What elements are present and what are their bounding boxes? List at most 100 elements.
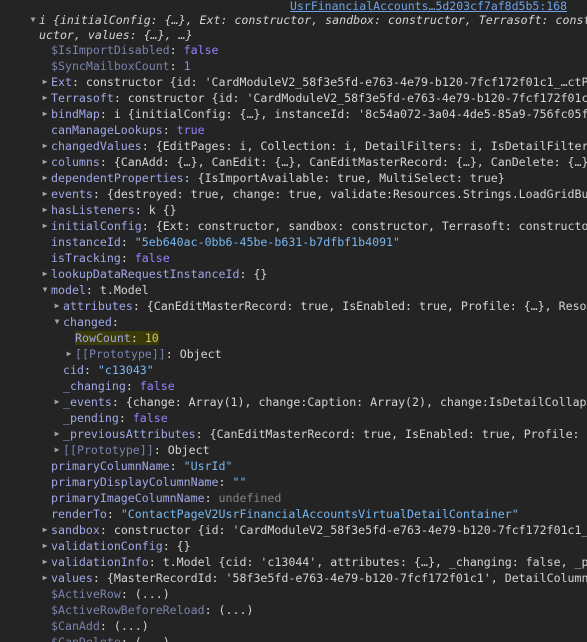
property-text: cid: "c13043" [63,363,154,377]
property-value: {Ext: constructor, sandbox: constructor,… [155,219,587,233]
property-key: values [51,571,93,585]
expand-arrow-icon[interactable]: ▶ [64,346,74,362]
expand-arrow-icon[interactable]: ▶ [40,74,50,90]
collapse-arrow-icon[interactable]: ▼ [40,282,50,298]
property-text: $ActiveRow: (...) [51,587,170,601]
property-key: $CanAdd [51,619,100,633]
expand-arrow-icon[interactable]: ▶ [40,90,50,106]
property-text: [[Prototype]]: Object [63,443,210,457]
property-text: primaryDisplayColumnName: "" [51,475,247,489]
property-row: $CanAdd: (...) [0,618,587,634]
property-key: RowCount [75,331,131,345]
expand-arrow-icon[interactable]: ▶ [40,138,50,154]
property-key: instanceId [51,235,121,249]
property-row[interactable]: ▶ dependentProperties: {IsImportAvailable… [0,170,587,186]
property-key: _previousAttributes [63,427,196,441]
property-row[interactable]: ▶ hasListeners: k {} [0,202,587,218]
property-value: {change: Array(1), change:Caption: Array… [125,395,587,409]
property-row[interactable]: ▼ changed: [0,314,587,330]
property-row[interactable]: ▶ validationInfo: t.Model {cid: 'c13044',… [0,554,587,570]
property-value: {} [176,539,191,553]
property-content: _changing: false [63,378,587,394]
property-content: _pending: false [63,410,587,426]
expand-arrow-icon[interactable]: ▶ [40,218,50,234]
property-content: instanceId: "5eb640ac-0bb6-45be-b631-b7d… [51,234,587,250]
property-row: canManageLookups: true [0,122,587,138]
source-location-link[interactable]: UsrFinancialAccounts…5d203cf7af8d5b5:168 [290,0,567,12]
property-text: dependentProperties: {IsImportAvailable:… [51,171,505,185]
property-row[interactable]: ▶ [[Prototype]]: Object [0,442,587,458]
property-row[interactable]: ▶ initialConfig: {Ext: constructor, sandb… [0,218,587,234]
property-content: $SyncMailboxCount: 1 [51,58,587,74]
property-text: Terrasoft: constructor {id: 'CardModuleV… [51,91,587,105]
property-row[interactable]: ▶ Terrasoft: constructor {id: 'CardModule… [0,90,587,106]
property-content: attributes: {CanEditMasterRecord: true, … [63,298,587,314]
property-value: {EditPages: i, Collection: i, DetailFilt… [155,139,587,153]
expand-arrow-icon[interactable]: ▼ [28,12,38,28]
property-content: isTracking: false [51,250,587,266]
property-text: columns: {CanAdd: {…}, CanEdit: {…}, Can… [51,155,587,169]
property-row[interactable]: ▶ bindMap: i {initialConfig: {…}, instanc… [0,106,587,122]
expand-arrow-icon[interactable]: ▶ [40,522,50,538]
property-text: isTracking: false [51,251,170,265]
property-row[interactable]: ▶ lookupDataRequestInstanceId: {} [0,266,587,282]
property-value: undefined [218,491,282,505]
property-row[interactable]: ▶ validationConfig: {} [0,538,587,554]
property-row[interactable]: ▶ sandbox: constructor {id: 'CardModuleV2… [0,522,587,538]
highlighted-property: RowCount: 10 [75,331,159,345]
property-row: cid: "c13043" [0,362,587,378]
property-row[interactable]: ▶ changedValues: {EditPages: i, Collectio… [0,138,587,154]
object-summary-line[interactable]: ▼ i {initialConfig: {…}, Ext: constructo… [0,12,587,28]
expand-arrow-icon[interactable]: ▶ [40,570,50,586]
property-row: $SyncMailboxCount: 1 [0,58,587,74]
expand-arrow-icon[interactable]: ▶ [40,154,50,170]
expand-arrow-icon[interactable]: ▶ [40,202,50,218]
property-content: [[Prototype]]: Object [75,346,587,362]
property-row[interactable]: ▶ columns: {CanAdd: {…}, CanEdit: {…}, Ca… [0,154,587,170]
property-key: lookupDataRequestInstanceId [51,267,240,281]
property-value: constructor {id: 'CardModuleV2_58f3e5fd-… [113,523,587,537]
property-content: Terrasoft: constructor {id: 'CardModuleV… [51,90,587,106]
property-row[interactable]: ▼ model: t.Model [0,282,587,298]
expand-arrow-icon[interactable]: ▶ [40,266,50,282]
expand-arrow-icon[interactable]: ▶ [40,186,50,202]
property-row[interactable]: ▶ Ext: constructor {id: 'CardModuleV2_58f… [0,74,587,90]
property-content: initialConfig: {Ext: constructor, sandbo… [51,218,587,234]
property-text: $CanDelete: (...) [51,635,170,642]
property-row[interactable]: ▶ _previousAttributes: {CanEditMasterReco… [0,426,587,442]
property-row[interactable]: ▶ events: {destroyed: true, change: true,… [0,186,587,202]
property-text: canManageLookups: true [51,123,205,137]
property-key: [[Prototype]] [75,347,166,361]
expand-arrow-icon[interactable]: ▶ [52,426,62,442]
expand-arrow-icon[interactable]: ▶ [40,170,50,186]
property-text: events: {destroyed: true, change: true, … [51,187,587,201]
property-content: RowCount: 10 [75,330,587,346]
property-content: Ext: constructor {id: 'CardModuleV2_58f3… [51,74,587,90]
property-text: Ext: constructor {id: 'CardModuleV2_58f3… [51,75,587,89]
property-key: changedValues [51,139,142,153]
property-row[interactable]: ▶ attributes: {CanEditMasterRecord: true,… [0,298,587,314]
property-key: initialConfig [51,219,142,233]
property-key: bindMap [51,107,100,121]
property-key: validationInfo [51,555,149,569]
property-key: sandbox [51,523,100,537]
property-content: sandbox: constructor {id: 'CardModuleV2_… [51,522,587,538]
expand-arrow-icon[interactable]: ▶ [40,554,50,570]
property-text: changed: [63,315,119,329]
property-row: $ActiveRow: (...) [0,586,587,602]
expand-arrow-icon[interactable]: ▶ [52,298,62,314]
expand-arrow-icon[interactable]: ▶ [52,394,62,410]
property-row[interactable]: ▶ _events: {change: Array(1), change:Capt… [0,394,587,410]
property-value: k {} [148,203,177,217]
property-key: changed [63,315,112,329]
property-key: $SyncMailboxCount [51,59,170,73]
property-value: "" [232,475,247,489]
property-row[interactable]: ▶ [[Prototype]]: Object [0,346,587,362]
expand-arrow-icon[interactable]: ▶ [40,106,50,122]
property-row[interactable]: ▶ values: {MasterRecordId: '58f3e5fd-e763… [0,570,587,586]
property-value: {CanEditMasterRecord: true, IsEnabled: t… [146,299,587,313]
expand-arrow-icon[interactable]: ▶ [52,442,62,458]
expand-arrow-icon[interactable]: ▶ [40,538,50,554]
collapse-arrow-icon[interactable]: ▼ [52,314,62,330]
property-text: validationInfo: t.Model {cid: 'c13044', … [51,555,587,569]
